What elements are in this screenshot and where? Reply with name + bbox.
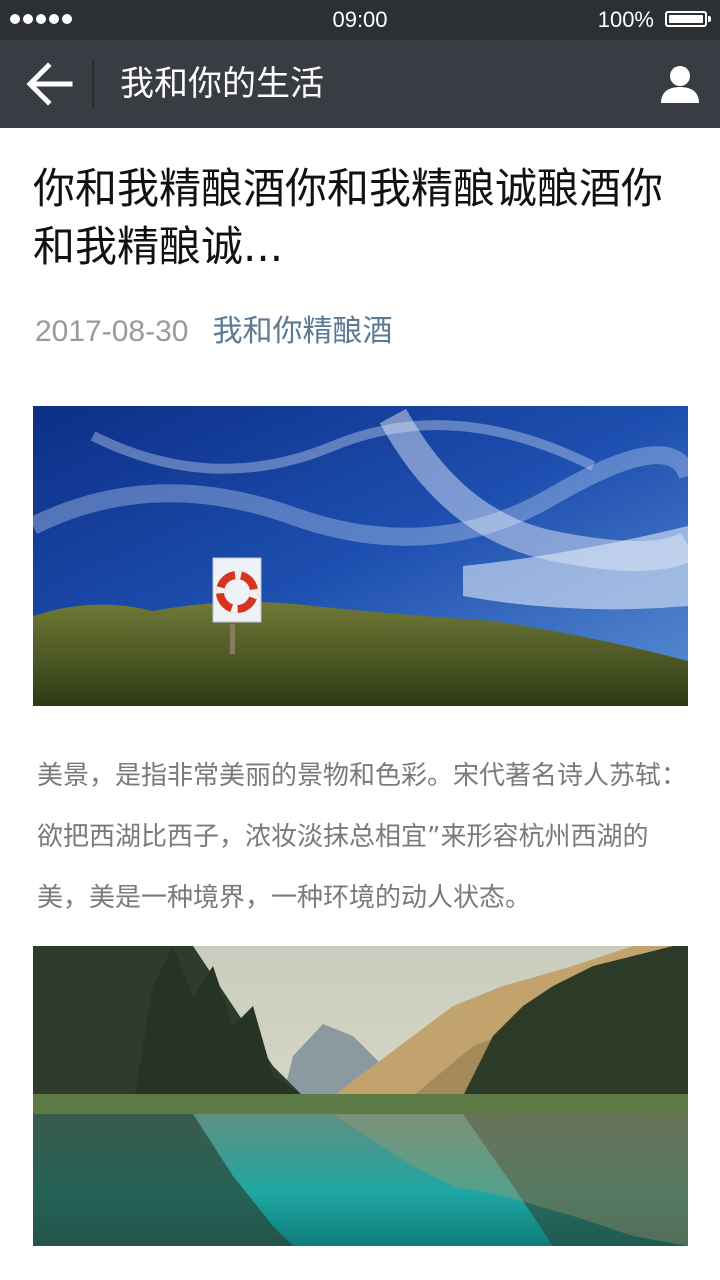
- arrow-left-icon: [26, 62, 73, 106]
- person-icon: [661, 66, 699, 103]
- battery-icon: [665, 11, 711, 27]
- article-title: 你和我精酿酒你和我精酿诚酿酒你和我精酿诚...: [33, 164, 664, 271]
- article-paragraph: 美景，是指非常美丽的景物和色彩。宋代著名诗人苏轼：欲把西湖比西子，浓妆淡抹总相宜…: [37, 761, 688, 913]
- landscape-photo-lake: [33, 946, 688, 1246]
- landscape-photo-lifebuoy: [33, 406, 688, 706]
- nav-bar: 我和你的生活: [0, 40, 720, 128]
- article-meta: 2017-08-30 我和你精酿酒: [35, 313, 392, 351]
- nav-divider: [92, 60, 94, 108]
- account-link[interactable]: 我和你精酿酒: [212, 314, 392, 349]
- page-title: 我和你的生活: [120, 64, 324, 104]
- battery-percent: 100%: [597, 7, 654, 32]
- article-date: 2017-08-30: [35, 315, 189, 348]
- status-bar: 09:00 100%: [0, 0, 720, 40]
- back-button[interactable]: [24, 58, 76, 110]
- profile-button[interactable]: [658, 62, 702, 106]
